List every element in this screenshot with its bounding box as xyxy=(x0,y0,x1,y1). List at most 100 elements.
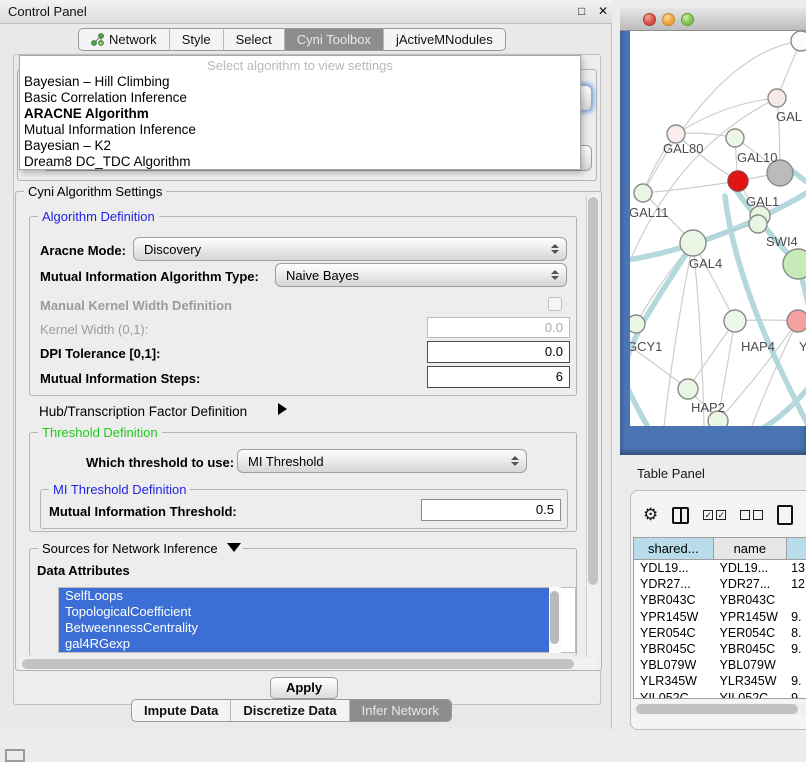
node-label: GAL4 xyxy=(689,256,722,271)
network-node-selected[interactable] xyxy=(728,171,748,191)
network-canvas[interactable]: GAL GAL80 GAL10 GAL1 GAL11 GAL4 SWI4 GCY… xyxy=(630,31,806,426)
mi-threshold-field[interactable]: 0.5 xyxy=(421,499,561,521)
expand-arrow-icon[interactable] xyxy=(278,403,287,415)
which-threshold-value: MI Threshold xyxy=(248,454,324,469)
attribute-item-selected[interactable]: gal4RGexp xyxy=(59,636,551,652)
cell: YIL052C xyxy=(714,690,788,700)
attribute-list-scrollbar[interactable] xyxy=(549,587,561,653)
collapsed-panel-icon[interactable] xyxy=(5,749,25,762)
node-label: GAL80 xyxy=(663,141,703,156)
cell: YBR043C xyxy=(714,592,788,608)
which-threshold-label: Which threshold to use: xyxy=(86,455,234,470)
collapse-arrow-icon[interactable] xyxy=(227,543,241,552)
column-header-name[interactable]: name xyxy=(714,538,788,559)
scrollbar-thumb[interactable] xyxy=(636,704,798,714)
apply-button[interactable]: Apply xyxy=(270,677,338,699)
table-row[interactable]: YBL079W YBL079W xyxy=(634,657,806,673)
column-header-shared-name[interactable]: shared... xyxy=(634,538,714,559)
tab-discretize-data[interactable]: Discretize Data xyxy=(231,700,349,721)
attribute-item-selected[interactable]: SelfLoops xyxy=(59,588,551,604)
gear-icon[interactable]: ⚙ xyxy=(643,505,658,525)
cell: YBR043C xyxy=(634,592,714,608)
tab-infer-network[interactable]: Infer Network xyxy=(350,700,451,721)
table-row[interactable]: YBR043C YBR043C xyxy=(634,592,806,608)
kernel-width-field[interactable]: 0.0 xyxy=(427,317,570,338)
node-label: GAL xyxy=(776,109,802,124)
attribute-item-selected[interactable]: TopologicalCoefficient xyxy=(59,604,551,620)
node-label: GAL10 xyxy=(737,150,777,165)
table-row[interactable]: YBR045C YBR045C 9. xyxy=(634,641,806,657)
tab-jactivemnodules[interactable]: jActiveMNodules xyxy=(384,29,505,50)
deselect-all-columns-icon[interactable] xyxy=(740,510,763,520)
network-node[interactable] xyxy=(726,129,744,147)
checked-box-icon: ✓ xyxy=(703,510,713,520)
tab-network-label: Network xyxy=(109,32,157,47)
settings-vertical-scrollbar[interactable] xyxy=(586,195,599,657)
attribute-item-selected[interactable]: BetweennessCentrality xyxy=(59,620,551,636)
tab-select-label: Select xyxy=(236,32,272,47)
dropdown-item-selected[interactable]: ARACNE Algorithm xyxy=(20,106,580,122)
export-table-icon[interactable] xyxy=(777,505,793,525)
column-header-partial[interactable] xyxy=(787,538,806,559)
cell: 12 xyxy=(787,576,806,592)
settings-horizontal-scrollbar[interactable] xyxy=(18,658,598,670)
mi-steps-field[interactable]: 6 xyxy=(427,366,570,388)
threshold-definition-title: Threshold Definition xyxy=(38,425,162,440)
dropdown-item[interactable]: Bayesian – Hill Climbing xyxy=(20,74,580,90)
network-node[interactable] xyxy=(749,215,767,233)
scrollbar-thumb[interactable] xyxy=(550,591,559,644)
minimize-window-icon[interactable] xyxy=(662,13,675,26)
tab-network[interactable]: Network xyxy=(79,29,170,50)
cell: 8. xyxy=(787,625,806,641)
network-node[interactable] xyxy=(678,379,698,399)
network-node[interactable] xyxy=(680,230,706,256)
mi-algorithm-type-combo[interactable]: Naive Bayes xyxy=(275,263,567,287)
network-node[interactable] xyxy=(768,89,786,107)
float-window-icon[interactable]: □ xyxy=(578,4,585,18)
zoom-window-icon[interactable] xyxy=(681,13,694,26)
tab-cyni-toolbox[interactable]: Cyni Toolbox xyxy=(285,29,384,50)
dropdown-item[interactable]: Mutual Information Inference xyxy=(20,122,580,138)
scrollbar-thumb[interactable] xyxy=(588,197,598,585)
control-panel-title: Control Panel xyxy=(8,4,87,19)
aracne-mode-combo[interactable]: Discovery xyxy=(133,237,567,261)
table-row[interactable]: YDR27... YDR27... 12 xyxy=(634,576,806,592)
table-row[interactable]: YIL052C YIL052C 9. xyxy=(634,690,806,700)
cell: YDL19... xyxy=(634,560,714,576)
column-layout-icon[interactable] xyxy=(672,507,689,524)
cell: YER054C xyxy=(714,625,788,641)
cell: YER054C xyxy=(634,625,714,641)
network-node[interactable] xyxy=(634,184,652,202)
which-threshold-combo[interactable]: MI Threshold xyxy=(237,449,527,473)
cell: YPR145W xyxy=(714,609,788,625)
table-panel: ⚙ ✓ ✓ shared... name YDL19... YDL19... 1… xyxy=(630,490,806,730)
network-node[interactable] xyxy=(724,310,746,332)
network-node[interactable] xyxy=(783,249,806,279)
close-icon[interactable]: ✕ xyxy=(598,4,608,18)
node-label: Y xyxy=(799,339,806,354)
tab-style[interactable]: Style xyxy=(170,29,224,50)
tab-select[interactable]: Select xyxy=(224,29,285,50)
manual-kernel-checkbox[interactable] xyxy=(548,297,562,311)
close-window-icon[interactable] xyxy=(643,13,656,26)
mi-threshold-label: Mutual Information Threshold: xyxy=(49,504,237,519)
network-node[interactable] xyxy=(787,310,806,332)
cell: 9. xyxy=(787,609,806,625)
scrollbar-thumb[interactable] xyxy=(22,659,574,669)
table-horizontal-scrollbar[interactable] xyxy=(633,703,805,715)
cell: 9. xyxy=(787,690,806,700)
table-row[interactable]: YDL19... YDL19... 13 xyxy=(634,560,806,576)
table-header-row: shared... name xyxy=(634,538,806,560)
cell: YDL19... xyxy=(714,560,788,576)
dropdown-item[interactable]: Bayesian – K2 xyxy=(20,138,580,154)
dropdown-item[interactable]: Basic Correlation Inference xyxy=(20,90,580,106)
dpi-tolerance-field[interactable]: 0.0 xyxy=(427,341,570,363)
select-all-columns-icon[interactable]: ✓ ✓ xyxy=(703,510,726,520)
table-row[interactable]: YER054C YER054C 8. xyxy=(634,625,806,641)
table-row[interactable]: YLR345W YLR345W 9. xyxy=(634,673,806,689)
dropdown-item[interactable]: Dream8 DC_TDC Algorithm xyxy=(20,154,580,170)
table-row[interactable]: YPR145W YPR145W 9. xyxy=(634,609,806,625)
tab-impute-data[interactable]: Impute Data xyxy=(132,700,231,721)
network-node[interactable] xyxy=(791,31,806,51)
network-node[interactable] xyxy=(630,315,645,333)
